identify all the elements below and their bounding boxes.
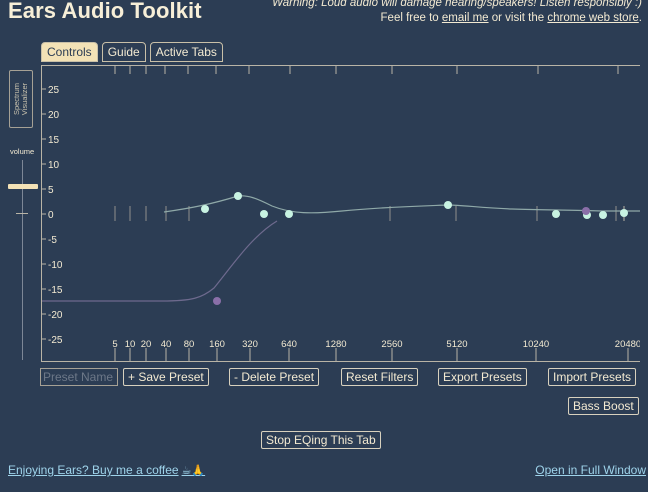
y-tick-label: 20 xyxy=(48,110,60,121)
or-visit-text: or visit the xyxy=(491,12,545,24)
feel-free-text: Feel free to xyxy=(380,12,439,24)
y-tick-label: 15 xyxy=(48,135,60,146)
x-axis-label: 80 xyxy=(184,339,195,350)
y-tick-label: 0 xyxy=(48,210,54,221)
tab-bar: Controls Guide Active Tabs xyxy=(41,42,223,62)
filter-handle xyxy=(444,201,452,209)
contact-line: Feel free to email me or visit the chrom… xyxy=(381,12,642,24)
delete-preset-button[interactable]: - Delete Preset xyxy=(229,368,320,386)
email-link[interactable]: email me xyxy=(442,12,489,24)
filter-handle xyxy=(620,209,628,217)
chrome-web-store-link[interactable]: chrome web store xyxy=(547,12,638,24)
stop-eq-button[interactable]: Stop EQing This Tab xyxy=(261,431,381,449)
preset-name-input[interactable] xyxy=(40,368,118,386)
x-axis-label: 160 xyxy=(209,339,225,350)
x-axis-label: 640 xyxy=(281,339,297,350)
spectrum-visualizer-button[interactable]: Spectrum Visualizer xyxy=(9,70,33,128)
y-tick-label: -20 xyxy=(48,310,63,321)
y-tick-label: 10 xyxy=(48,160,60,171)
x-axis-label: 20 xyxy=(141,339,152,350)
x-axis-label: 5120 xyxy=(446,339,467,350)
filter-handle xyxy=(260,210,268,218)
save-preset-button[interactable]: + Save Preset xyxy=(123,368,209,386)
volume-zero-tick xyxy=(16,213,28,214)
reset-filters-button[interactable]: Reset Filters xyxy=(341,368,419,386)
buy-coffee-link[interactable]: Enjoying Ears? Buy me a coffee ☕🙏 xyxy=(8,463,205,477)
eq-graph-svg[interactable]: 25 20 15 10 5 0 -5 -10 -15 -20 -25 5 10 20 40 80 160 320 6… xyxy=(42,66,640,361)
volume-label: volume xyxy=(10,147,35,156)
filter-handle-alt xyxy=(582,207,590,215)
x-axis-label: 10240 xyxy=(523,339,549,350)
filter-handle xyxy=(285,210,293,218)
x-axis-label: 20480 xyxy=(615,339,640,350)
import-presets-button[interactable]: Import Presets xyxy=(548,368,637,386)
x-axis-label: 5 xyxy=(112,339,117,350)
buy-coffee-text: Enjoying Ears? Buy me a coffee xyxy=(8,463,179,477)
open-full-window-link[interactable]: Open in Full Window xyxy=(535,463,646,477)
y-tick-label: -10 xyxy=(48,260,63,271)
y-tick-label: 5 xyxy=(48,185,54,196)
tab-controls[interactable]: Controls xyxy=(41,42,98,62)
y-tick-label: -5 xyxy=(48,235,57,246)
filter-handle xyxy=(201,205,209,213)
x-axis-label: 10 xyxy=(125,339,136,350)
tab-guide[interactable]: Guide xyxy=(101,42,146,62)
warning-text: Warning: Loud audio will damage hearing/… xyxy=(272,0,642,9)
spectrum-label-line2: Visualizer xyxy=(20,82,30,116)
y-tick-label: -15 xyxy=(48,285,63,296)
export-presets-button[interactable]: Export Presets xyxy=(438,368,527,386)
tab-active-tabs[interactable]: Active Tabs xyxy=(149,42,223,62)
x-axis-label: 1280 xyxy=(325,339,346,350)
y-tick-label: -25 xyxy=(48,335,63,346)
coffee-emoji: ☕🙏 xyxy=(181,465,206,477)
x-axis-label: 40 xyxy=(161,339,172,350)
period-text: . xyxy=(638,12,642,24)
x-axis-label: 2560 xyxy=(381,339,402,350)
spectrum-visualizer-label: Spectrum Visualizer xyxy=(12,82,30,116)
bass-boost-button[interactable]: Bass Boost xyxy=(568,397,639,415)
eq-graph[interactable]: 25 20 15 10 5 0 -5 -10 -15 -20 -25 5 10 20 40 80 160 320 6… xyxy=(41,65,640,362)
app-title: Ears Audio Toolkit xyxy=(8,0,202,23)
y-tick-label: 25 xyxy=(48,85,60,96)
volume-slider-track[interactable] xyxy=(22,160,23,360)
filter-handle xyxy=(552,210,560,218)
volume-slider-handle[interactable] xyxy=(8,184,38,189)
highpass-handle xyxy=(213,297,221,305)
x-axis-label: 320 xyxy=(242,339,258,350)
filter-handle xyxy=(599,211,607,219)
filter-handle xyxy=(234,192,242,200)
highpass-curve xyxy=(42,220,278,302)
